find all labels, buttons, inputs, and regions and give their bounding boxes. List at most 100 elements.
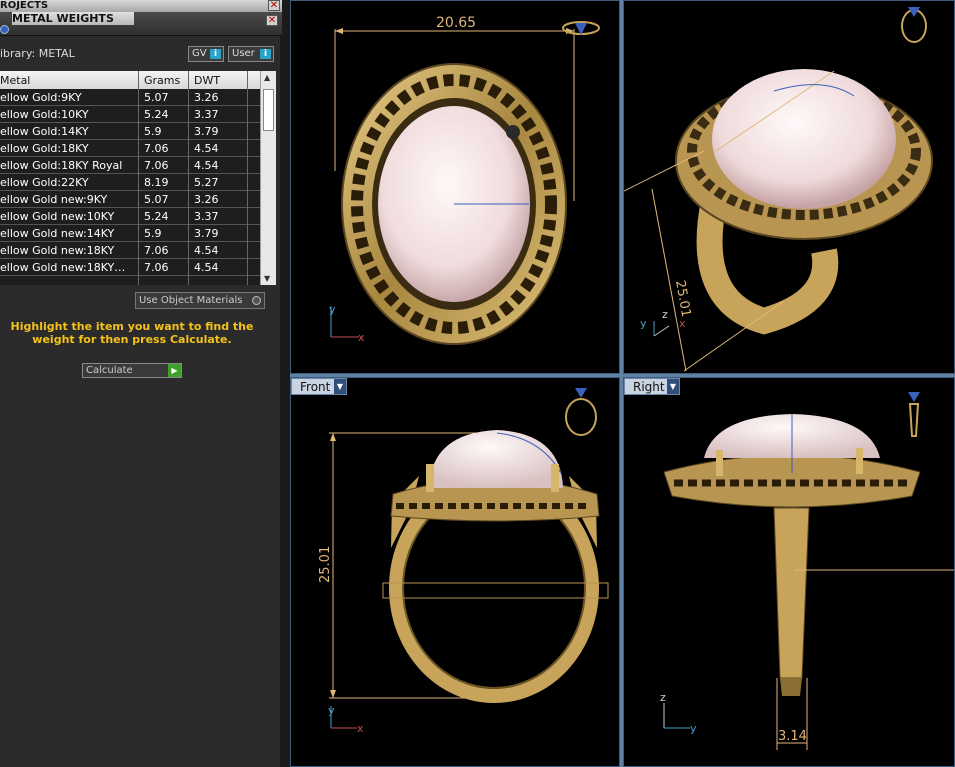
table-row[interactable]: ellow Gold new:10KY 5.24 3.37	[0, 208, 260, 225]
axis-z-label: z	[662, 308, 668, 321]
table-row[interactable]: ellow Gold:18KY 7.06 4.54	[0, 140, 260, 157]
cell-grams: 5.07	[144, 91, 169, 104]
axis-x-label: x	[357, 722, 364, 735]
cell-dwt: 4.54	[194, 159, 219, 172]
projects-tab[interactable]: ROJECTS ✕	[0, 0, 282, 12]
info-icon[interactable]: i	[260, 49, 271, 59]
axis-y-label: y	[328, 704, 335, 717]
cell-metal: ellow Gold:9KY	[0, 91, 82, 104]
calculate-label: Calculate	[86, 365, 133, 376]
cell-dwt: 4.54	[194, 142, 219, 155]
dimension-height: 25.01	[318, 546, 333, 583]
library-label: ibrary: METAL	[0, 47, 75, 60]
dimension-width: 20.65	[436, 15, 476, 31]
axis-x-label: x	[679, 317, 686, 330]
table-row[interactable]: ellow Gold:9KY 5.07 3.26	[0, 89, 260, 106]
header-grams[interactable]: Grams	[144, 74, 180, 87]
axis-y-label: y	[640, 317, 647, 330]
table-row[interactable]: ellow Gold new:18KY… 7.06 4.54	[0, 259, 260, 276]
viewport-right[interactable]: 3.14 z y Right ▼	[623, 377, 955, 767]
calculate-button[interactable]: Calculate ▶	[82, 363, 182, 378]
table-row[interactable]: ellow Gold:18KY Royal 7.06 4.54	[0, 157, 260, 174]
scroll-down-icon[interactable]: ▼	[264, 274, 270, 283]
cell-metal: ellow Gold new:14KY	[0, 227, 115, 240]
column-divider	[188, 71, 189, 285]
metal-weights-title: METAL WEIGHTS	[12, 12, 134, 25]
viewport-splitter-horizontal[interactable]	[290, 374, 955, 377]
cell-metal: ellow Gold:22KY	[0, 176, 89, 189]
user-label: User	[232, 48, 255, 59]
cell-dwt: 3.37	[194, 210, 219, 223]
top-view-render: y x 20.65	[329, 15, 600, 345]
viewport-top[interactable]: y x 20.65	[290, 0, 620, 374]
axis-x-label: x	[358, 331, 365, 344]
cell-dwt: 3.79	[194, 227, 219, 240]
front-view-render: 25.01 y x	[318, 388, 609, 735]
table-row[interactable]: ellow Gold new:18KY 7.06 4.54	[0, 242, 260, 259]
cell-grams: 7.06	[144, 261, 169, 274]
cell-dwt: 4.54	[194, 261, 219, 274]
gv-library-button[interactable]: GV i	[188, 46, 224, 62]
viewport-perspective[interactable]: 25.01 y z x	[623, 0, 955, 374]
table-row[interactable]: ellow Gold:22KY 8.19 5.27	[0, 174, 260, 191]
projects-tab-label: ROJECTS	[0, 0, 49, 11]
column-divider	[247, 71, 248, 285]
viewport-front[interactable]: 25.01 y x Front ▼	[290, 377, 620, 767]
cell-grams: 7.06	[144, 142, 169, 155]
use-object-materials-toggle[interactable]: Use Object Materials	[135, 292, 265, 309]
metal-weights-close-icon[interactable]: ✕	[266, 15, 278, 26]
cell-grams: 5.9	[144, 125, 162, 138]
cell-grams: 7.06	[144, 159, 169, 172]
table-row[interactable]: ellow Gold:14KY 5.9 3.79	[0, 123, 260, 140]
chevron-down-icon[interactable]: ▼	[334, 379, 346, 394]
cell-grams: 5.24	[144, 210, 169, 223]
cell-metal: ellow Gold new:18KY	[0, 244, 115, 257]
cell-grams: 7.06	[144, 244, 169, 257]
metal-weights-icon	[0, 25, 9, 34]
cell-metal: ellow Gold:10KY	[0, 108, 89, 121]
cell-metal: ellow Gold new:9KY	[0, 193, 108, 206]
viewport-front-label[interactable]: Front ▼	[291, 378, 347, 395]
header-metal[interactable]: Metal	[0, 74, 30, 87]
table-scrollbar[interactable]: ▲ ▼	[260, 71, 276, 285]
cell-grams: 5.24	[144, 108, 169, 121]
table-row[interactable]: ellow Gold new:14KY 5.9 3.79	[0, 225, 260, 242]
scroll-up-icon[interactable]: ▲	[264, 73, 270, 82]
cell-grams: 5.9	[144, 227, 162, 240]
cell-metal: ellow Gold:18KY	[0, 142, 89, 155]
metal-weights-panel: ROJECTS ✕ METAL WEIGHTS ✕ ibrary: METAL …	[0, 0, 282, 767]
use-object-materials-label: Use Object Materials	[139, 295, 243, 306]
cell-metal: ellow Gold:14KY	[0, 125, 89, 138]
info-icon[interactable]: i	[210, 49, 221, 59]
column-divider	[138, 71, 139, 285]
cell-dwt: 3.79	[194, 125, 219, 138]
metal-table: Metal Grams DWT ellow Gold:9KY 5.07 3.26 el…	[0, 71, 260, 285]
viewport-splitter-vertical[interactable]	[620, 0, 623, 767]
axis-y-label: y	[690, 722, 697, 735]
cell-grams: 8.19	[144, 176, 169, 189]
perspective-view-render: 25.01 y z x	[624, 7, 933, 372]
axis-y-label: y	[329, 303, 336, 316]
scroll-thumb[interactable]	[263, 89, 274, 131]
instruction-text: Highlight the item you want to find the …	[10, 320, 254, 346]
dimension-thickness: 3.14	[778, 729, 807, 744]
user-library-button[interactable]: User i	[228, 46, 274, 62]
cell-metal: ellow Gold new:10KY	[0, 210, 115, 223]
metal-weights-tab[interactable]: METAL WEIGHTS ✕	[0, 12, 282, 36]
cell-grams: 5.07	[144, 193, 169, 206]
gv-label: GV	[192, 48, 207, 59]
table-row[interactable]: ellow Gold:10KY 5.24 3.37	[0, 106, 260, 123]
cell-dwt: 4.54	[194, 244, 219, 257]
viewport-right-label[interactable]: Right ▼	[624, 378, 680, 395]
projects-close-icon[interactable]: ✕	[268, 0, 280, 11]
viewport-right-name: Right	[633, 380, 665, 394]
table-row[interactable]: ellow Gold new:9KY 5.07 3.26	[0, 191, 260, 208]
right-view-render: 3.14 z y	[660, 392, 954, 750]
metal-table-header: Metal Grams DWT	[0, 71, 260, 89]
cell-dwt: 5.27	[194, 176, 219, 189]
radio-icon[interactable]	[252, 296, 261, 305]
cell-metal: ellow Gold:18KY Royal	[0, 159, 123, 172]
header-dwt[interactable]: DWT	[194, 74, 220, 87]
chevron-down-icon[interactable]: ▼	[667, 379, 679, 394]
panel-splitter[interactable]	[282, 0, 290, 767]
